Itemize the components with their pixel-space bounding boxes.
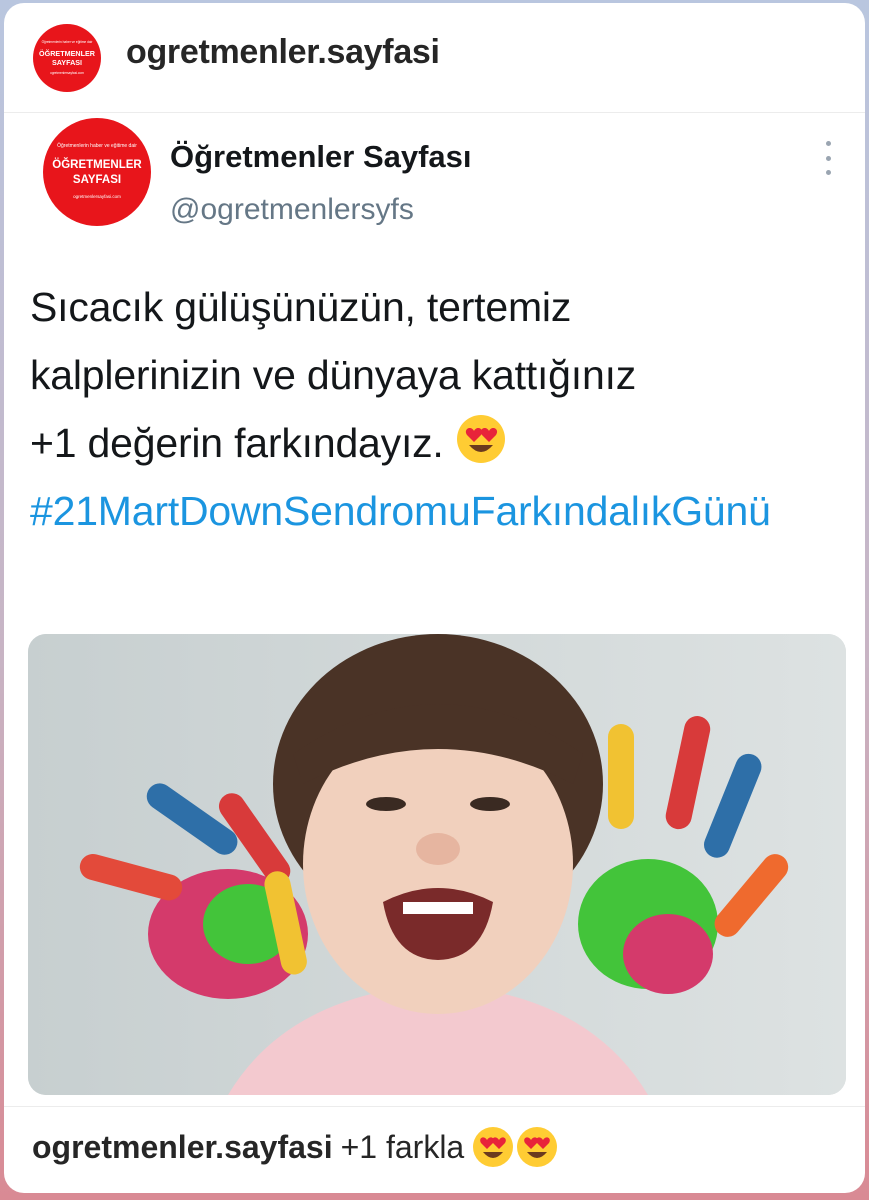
svg-text:ÖĞRETMENLER: ÖĞRETMENLER <box>52 158 142 171</box>
hashtag-link[interactable]: #21MartDownSendromuFarkındalıkGünü <box>30 477 850 545</box>
heart-eyes-emoji-icon <box>456 415 505 463</box>
tweet-photo[interactable] <box>28 634 846 1095</box>
child-with-painted-hands-photo-icon <box>28 634 846 1095</box>
svg-text:SAYFASI: SAYFASI <box>73 174 121 186</box>
tweet-line-3: +1 değerin farkındayız. <box>30 409 850 477</box>
svg-text:ÖĞRETMENLER: ÖĞRETMENLER <box>39 49 96 58</box>
svg-text:Öğretmenlerin haber ve eğitime: Öğretmenlerin haber ve eğitime dair <box>57 142 137 149</box>
tweet-line-3-text: +1 değerin farkındayız. <box>30 420 444 466</box>
svg-text:ogretmenlersayfasi.com: ogretmenlersayfasi.com <box>73 194 121 199</box>
tweet-line-2: kalplerinizin ve dünyaya kattığınız <box>30 352 637 398</box>
tweet-text: Sıcacık gülüşünüzün, tertemiz kalplerini… <box>30 273 850 545</box>
more-options-icon[interactable] <box>816 141 840 175</box>
tweet-line-1: Sıcacık gülüşünüzün, tertemiz <box>30 284 572 330</box>
post-frame: Öğretmenlerin haber ve eğitime dair ÖĞRE… <box>4 3 865 1193</box>
tweet-avatar[interactable]: Öğretmenlerin haber ve eğitime dair ÖĞRE… <box>42 117 152 227</box>
svg-text:SAYFASI: SAYFASI <box>52 58 82 67</box>
instagram-caption: ogretmenler.sayfasi +1 farkla <box>4 1106 865 1193</box>
tweet-author-name[interactable]: Öğretmenler Sayfası <box>170 139 472 175</box>
heart-eyes-emoji-icon <box>473 1127 558 1167</box>
svg-text:ogretmenlersayfasi.com: ogretmenlersayfasi.com <box>50 71 84 75</box>
caption-row: ogretmenler.sayfasi +1 farkla <box>32 1125 558 1169</box>
profile-avatar[interactable]: Öğretmenlerin haber ve eğitime dair ÖĞRE… <box>32 23 102 93</box>
caption-text: +1 farkla <box>340 1128 465 1165</box>
svg-text:Öğretmenlerin haber ve eğitime: Öğretmenlerin haber ve eğitime dair <box>42 40 94 44</box>
instagram-username[interactable]: ogretmenler.sayfasi <box>126 33 440 72</box>
caption-username[interactable]: ogretmenler.sayfasi <box>32 1129 333 1166</box>
tweet-author-handle[interactable]: @ogretmenlersyfs <box>170 193 414 227</box>
instagram-header: Öğretmenlerin haber ve eğitime dair ÖĞRE… <box>4 3 865 113</box>
